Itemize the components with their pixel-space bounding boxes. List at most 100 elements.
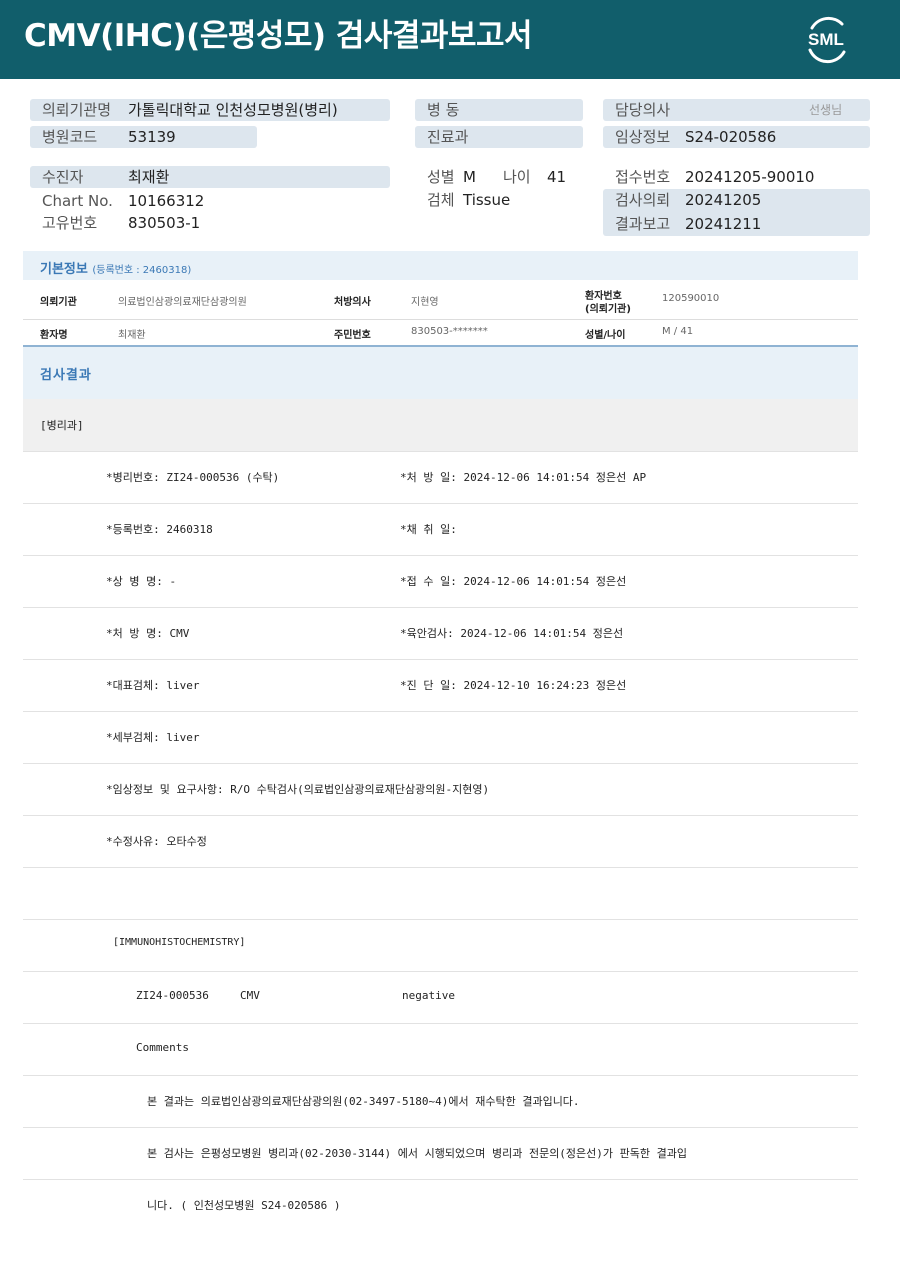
specimen-value: Tissue (463, 191, 511, 209)
patient-no-label-sub: (의뢰기관) (585, 304, 631, 315)
ordering-hospital-value: 가톨릭대학교 인천성모병원(병리) (128, 101, 338, 119)
basic-info-title-text: 기본정보 (40, 262, 88, 277)
department-bar: [병리과] (23, 399, 858, 452)
specimen-row: 검체 Tissue (415, 189, 595, 211)
revision-reason: *수정사유: 오타수정 (106, 835, 207, 848)
chart-no-value: 10166312 (128, 192, 205, 210)
patient-name-value: 최재환 (118, 330, 146, 341)
age-label: 나이 (503, 168, 531, 186)
ward-row: 병 동 (415, 99, 583, 121)
patient-name-label: 환자명 (40, 330, 68, 341)
result-row: *처 방 명: CMV *육안검사: 2024-12-06 14:01:54 정… (23, 608, 858, 660)
specimen-label: 검체 (427, 191, 455, 209)
report-title: CMV(IHC)(은평성모) 검사결과보고서 (24, 18, 533, 54)
ihc-title-row: [IMMUNOHISTOCHEMISTRY] (23, 920, 858, 972)
basic-info-title: 기본정보 (등록번호 : 2460318) (40, 258, 191, 277)
unique-no-value: 830503-1 (128, 214, 201, 232)
comments-label: Comments (136, 1041, 189, 1054)
request-label: 검사의뢰 (615, 191, 671, 209)
diagnosis-date: *진 단 일: 2024-12-10 16:24:23 정은선 (400, 679, 627, 692)
prescriber-label: 처방의사 (334, 297, 371, 308)
unique-no-label: 고유번호 (42, 214, 98, 232)
patient-no-value: 120590010 (662, 293, 720, 304)
doctor-label: 담당의사 (615, 101, 671, 119)
result-row: *병리번호: ZI24-000536 (수탁) *처 방 일: 2024-12-… (23, 452, 858, 504)
prescriber-value: 지현영 (411, 297, 439, 308)
result-row: *대표검체: liver *진 단 일: 2024-12-10 16:24:23… (23, 660, 858, 712)
department-row: 진료과 (415, 126, 583, 148)
results-title: 검사결과 (40, 368, 92, 383)
diagnosis-name: *상 병 명: - (106, 575, 177, 588)
comment-line-2: 본 검사는 은평성모병원 병리과(02-2030-3144) 에서 시행되었으며… (147, 1147, 688, 1160)
report-date-value: 20241211 (685, 215, 762, 233)
chart-no-label: Chart No. (42, 192, 113, 210)
result-row: *세부검체: liver (23, 712, 858, 764)
comment-line-3: 니다. ( 인천성모병원 S24-020586 ) (147, 1199, 341, 1212)
result-row: *임상정보 및 요구사항: R/O 수탁검사(의료법인삼광의료재단삼광의원-지현… (23, 764, 858, 816)
clinical-request: *임상정보 및 요구사항: R/O 수탁검사(의료법인삼광의료재단삼광의원-지현… (106, 783, 490, 796)
result-row: *수정사유: 오타수정 (23, 816, 858, 868)
chart-no-row: Chart No. 10166312 (30, 190, 390, 212)
sex-value: M (463, 168, 476, 186)
patient-value: 최재환 (128, 168, 170, 186)
results-header: 검사결과 (23, 347, 858, 399)
prescription-name: *처 방 명: CMV (106, 627, 190, 640)
clinical-info-row: 임상정보 S24-020586 (603, 126, 870, 148)
basic-info-row-2: 환자명 최재환 주민번호 830503-******* 성별/나이 M / 41 (23, 320, 858, 346)
hospital-code-row: 병원코드 53139 (30, 126, 257, 148)
rrn-label: 주민번호 (334, 330, 371, 341)
basic-info-header: 기본정보 (등록번호 : 2460318) (23, 251, 858, 280)
result-row: *등록번호: 2460318 *채 취 일: (23, 504, 858, 556)
ihc-marker: CMV (240, 989, 260, 1002)
comments-row: Comments (23, 1024, 858, 1076)
collection-date: *채 취 일: (400, 523, 457, 536)
hospital-code-value: 53139 (128, 128, 176, 146)
gross-exam-date: *육안검사: 2024-12-06 14:01:54 정은선 (400, 627, 624, 640)
unique-no-row: 고유번호 830503-1 (30, 212, 390, 234)
comment-line-1: 본 결과는 의료법인삼광의료재단삼광의원(02-3497-5180~4)에서 재… (147, 1095, 580, 1108)
clinical-info-label: 임상정보 (615, 128, 671, 146)
department-label: 진료과 (427, 128, 469, 146)
patient-row: 수진자 최재환 (30, 166, 390, 188)
ordering-hospital-label: 의뢰기관명 (42, 101, 112, 119)
report-header: CMV(IHC)(은평성모) 검사결과보고서 SML (0, 0, 900, 79)
receipt-date: *접 수 일: 2024-12-06 14:01:54 정은선 (400, 575, 627, 588)
institution-label: 의뢰기관 (40, 297, 77, 308)
prescription-date: *처 방 일: 2024-12-06 14:01:54 정은선 AP (400, 471, 647, 484)
sml-logo: SML (800, 12, 852, 64)
comment-row: 니다. ( 인천성모병원 S24-020586 ) (23, 1180, 858, 1232)
result-row: *상 병 명: - *접 수 일: 2024-12-06 14:01:54 정은… (23, 556, 858, 608)
age-value: 41 (547, 168, 567, 186)
empty-row (23, 868, 858, 920)
sex-age-value: M / 41 (662, 326, 694, 337)
sex-label: 성별 (427, 168, 455, 186)
hospital-code-label: 병원코드 (42, 128, 98, 146)
institution-value: 의료법인삼광의료재단삼광의원 (118, 297, 247, 308)
receipt-label: 접수번호 (615, 168, 671, 186)
representative-specimen: *대표검체: liver (106, 679, 200, 692)
registration-number: *등록번호: 2460318 (106, 523, 213, 536)
comment-row: 본 결과는 의료법인삼광의료재단삼광의원(02-3497-5180~4)에서 재… (23, 1076, 858, 1128)
ordering-hospital-row: 의뢰기관명 가톨릭대학교 인천성모병원(병리) (30, 99, 390, 121)
ihc-result: negative (402, 989, 455, 1002)
ward-label: 병 동 (427, 101, 460, 119)
request-date-value: 20241205 (685, 191, 762, 209)
doctor-row: 담당의사 선생님 (603, 99, 870, 121)
sex-age-row: 성별 M 나이 41 (415, 166, 595, 188)
patient-label: 수진자 (42, 168, 84, 186)
receipt-value: 20241205-90010 (685, 168, 815, 186)
sex-age-label: 성별/나이 (585, 330, 626, 341)
ihc-title: [IMMUNOHISTOCHEMISTRY] (113, 937, 246, 948)
basic-info-row-1: 의뢰기관 의료법인삼광의료재단삼광의원 처방의사 지현영 환자번호 (의뢰기관)… (23, 280, 858, 319)
ihc-result-row: ZI24-000536 CMV negative (23, 972, 858, 1024)
detail-specimen: *세부검체: liver (106, 731, 200, 744)
department-title: [병리과] (40, 419, 84, 432)
receipt-row: 접수번호 20241205-90010 (603, 166, 870, 188)
request-report-block: 검사의뢰 20241205 결과보고 20241211 (603, 189, 870, 236)
comment-row: 본 검사는 은평성모병원 병리과(02-2030-3144) 에서 시행되었으며… (23, 1128, 858, 1180)
pathology-number: *병리번호: ZI24-000536 (수탁) (106, 471, 280, 484)
doctor-suffix: 선생님 (809, 103, 843, 117)
report-label: 결과보고 (615, 215, 671, 233)
rrn-value: 830503-******* (411, 326, 488, 337)
sml-logo-text: SML (808, 30, 844, 49)
